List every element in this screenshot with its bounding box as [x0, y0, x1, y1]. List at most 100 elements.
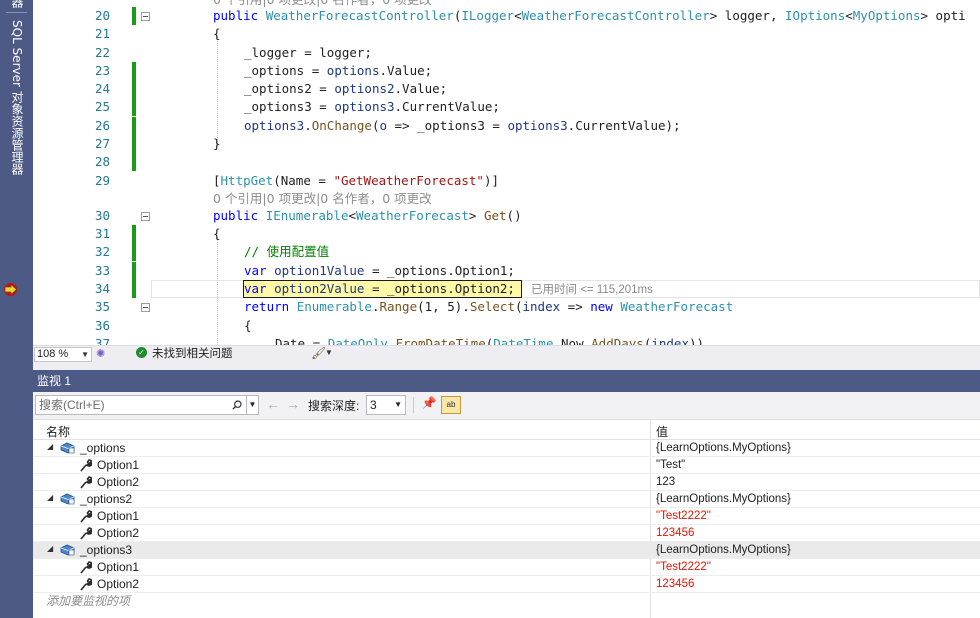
property-wrench-icon: [80, 527, 92, 540]
watch-name: Option2: [97, 577, 140, 591]
column-header-value[interactable]: 值: [656, 423, 668, 440]
change-marker: [132, 225, 136, 244]
object-variable-icon: [60, 493, 75, 505]
code-line-33: 33 var option1Value = _options.Option1;: [33, 262, 980, 281]
code-text: public IEnumerable<WeatherForecast> Get(…: [213, 208, 522, 223]
column-header-name[interactable]: 名称: [46, 423, 70, 440]
code-text: }: [213, 136, 221, 151]
watch-value-changed: "Test2222": [656, 561, 711, 573]
code-editor[interactable]: 0 个引用|0 项更改|0 名作者，0 项更改 20 public Weathe…: [33, 0, 980, 345]
toolbar-divider: [413, 397, 414, 413]
code-line-25: 25 _options3 = options3.CurrentValue;: [33, 98, 980, 117]
object-variable-icon: [60, 442, 75, 454]
watch-name: Option1: [97, 560, 140, 574]
watch-name: _options: [80, 441, 126, 455]
pin-icon[interactable]: 📌: [420, 396, 438, 414]
expanded-triangle-icon[interactable]: ◢: [47, 442, 53, 451]
hex-display-toggle-icon[interactable]: ab: [441, 396, 461, 414]
expanded-triangle-icon[interactable]: ◢: [47, 493, 53, 502]
collapse-toggle[interactable]: [141, 12, 150, 21]
side-tab-divider: [6, 12, 27, 13]
line-number: 35: [94, 299, 110, 314]
watch-name: _options3: [80, 543, 133, 557]
search-depth-select[interactable]: 3 ▼: [366, 395, 406, 415]
watch-row-option2[interactable]: Option2 123: [33, 474, 980, 491]
line-number: 27: [94, 136, 110, 151]
zoom-value: 108 %: [37, 348, 69, 360]
side-tab-partial[interactable]: 器: [9, 0, 26, 8]
change-marker: [132, 135, 136, 154]
code-text: options3.OnChange(o => _options3 = optio…: [244, 118, 681, 133]
collapse-toggle[interactable]: [141, 303, 150, 312]
code-line-30: 30 public IEnumerable<WeatherForecast> G…: [33, 207, 980, 225]
breakpoint-current-statement-icon[interactable]: [3, 282, 18, 297]
watch-value: 123: [656, 476, 676, 488]
search-icon[interactable]: [232, 400, 242, 410]
expanded-triangle-icon[interactable]: ◢: [47, 544, 53, 553]
watch-value: "Test": [656, 459, 686, 471]
code-text: Date = DateOnly.FromDateTime(DateTime.No…: [275, 336, 705, 345]
search-input[interactable]: 搜索(Ctrl+E): [35, 395, 247, 415]
change-marker: [132, 243, 136, 262]
watch-row-option1[interactable]: Option1 "Test": [33, 457, 980, 474]
issues-status[interactable]: 未找到相关问题: [152, 347, 233, 361]
code-line-26: 26 options3.OnChange(o => _options3 = op…: [33, 117, 980, 136]
back-arrow-icon[interactable]: ←: [266, 396, 280, 412]
watch-row-options3[interactable]: ◢ _options3 {LearnOptions.MyOptions}: [33, 542, 980, 559]
perf-tip-elapsed-time[interactable]: 已用时间 <= 115,201ms: [531, 281, 653, 297]
search-depth-value: 3: [370, 398, 377, 412]
watch-row-option1[interactable]: Option1 "Test2222": [33, 559, 980, 576]
codelens-info[interactable]: 0 个引用|0 项更改|0 名作者，0 项更改: [213, 190, 432, 208]
change-marker: [132, 80, 136, 99]
code-text: {: [213, 26, 221, 41]
code-text: _logger = logger;: [244, 45, 372, 60]
search-options-dropdown[interactable]: ▼: [247, 395, 259, 415]
editor-status-bar: 108 % ▼ ✺ ✓ 未找到相关问题 🖌 ▼: [33, 345, 980, 362]
collapse-toggle[interactable]: [141, 212, 150, 221]
property-wrench-icon: [80, 510, 92, 523]
zoom-select[interactable]: 108 % ▼: [34, 347, 92, 362]
forward-arrow-icon[interactable]: →: [286, 396, 300, 412]
change-marker: [132, 153, 136, 172]
code-text: {: [244, 318, 252, 333]
change-marker: [132, 280, 136, 299]
code-line-20: 20 public WeatherForecastController(ILog…: [33, 7, 980, 26]
line-number: 28: [94, 154, 110, 169]
watch-row-options2[interactable]: ◢ _options2 {LearnOptions.MyOptions}: [33, 491, 980, 508]
line-number: 25: [94, 99, 110, 114]
change-marker: [132, 262, 136, 281]
chevron-down-icon[interactable]: ▼: [325, 348, 333, 357]
chevron-down-icon: ▼: [394, 400, 402, 409]
panel-splitter[interactable]: [33, 362, 980, 370]
watch-panel: 监视 1 搜索(Ctrl+E) ▼ ← → 搜索深度: 3 ▼ 📌 ab 名称 …: [33, 370, 980, 618]
watch-name: Option1: [97, 509, 140, 523]
line-number: 31: [94, 226, 110, 241]
watch-row-option2[interactable]: Option2 123456: [33, 525, 980, 542]
search-depth-label: 搜索深度:: [308, 399, 360, 413]
code-comment: // 使用配置值: [244, 244, 330, 259]
code-line: 0 个引用|0 项更改|0 名作者，0 项更改: [33, 190, 980, 208]
chevron-down-icon: ▼: [81, 350, 89, 359]
watch-value: {LearnOptions.MyOptions}: [656, 442, 791, 454]
line-number: 29: [94, 173, 110, 188]
code-line-21: 21 {: [33, 25, 980, 43]
add-watch-item-placeholder[interactable]: 添加要监视的项: [46, 592, 130, 609]
watch-panel-title[interactable]: 监视 1: [33, 370, 980, 392]
watch-row-option1[interactable]: Option1 "Test2222": [33, 508, 980, 525]
watch-row-option2[interactable]: Option2 123456: [33, 576, 980, 593]
code-cleanup-icon[interactable]: 🖌: [311, 346, 326, 360]
line-number: 30: [94, 208, 110, 223]
watch-value: {LearnOptions.MyOptions}: [656, 493, 791, 505]
watch-name: Option2: [97, 475, 140, 489]
code-text: public WeatherForecastController(ILogger…: [213, 8, 966, 23]
property-wrench-icon: [80, 476, 92, 489]
copilot-icon[interactable]: ✺: [96, 347, 105, 360]
line-number: 37: [94, 336, 110, 345]
code-line-24: 24 _options2 = options2.Value;: [33, 80, 980, 99]
change-marker: [132, 117, 136, 136]
line-number: 32: [94, 244, 110, 259]
line-number: 26: [94, 118, 110, 133]
watch-row-options[interactable]: ◢ _options {LearnOptions.MyOptions}: [33, 440, 980, 457]
side-tab-sql-server-explorer[interactable]: SQL Server 对象资源管理器: [9, 20, 26, 175]
watch-value: {LearnOptions.MyOptions}: [656, 544, 791, 556]
